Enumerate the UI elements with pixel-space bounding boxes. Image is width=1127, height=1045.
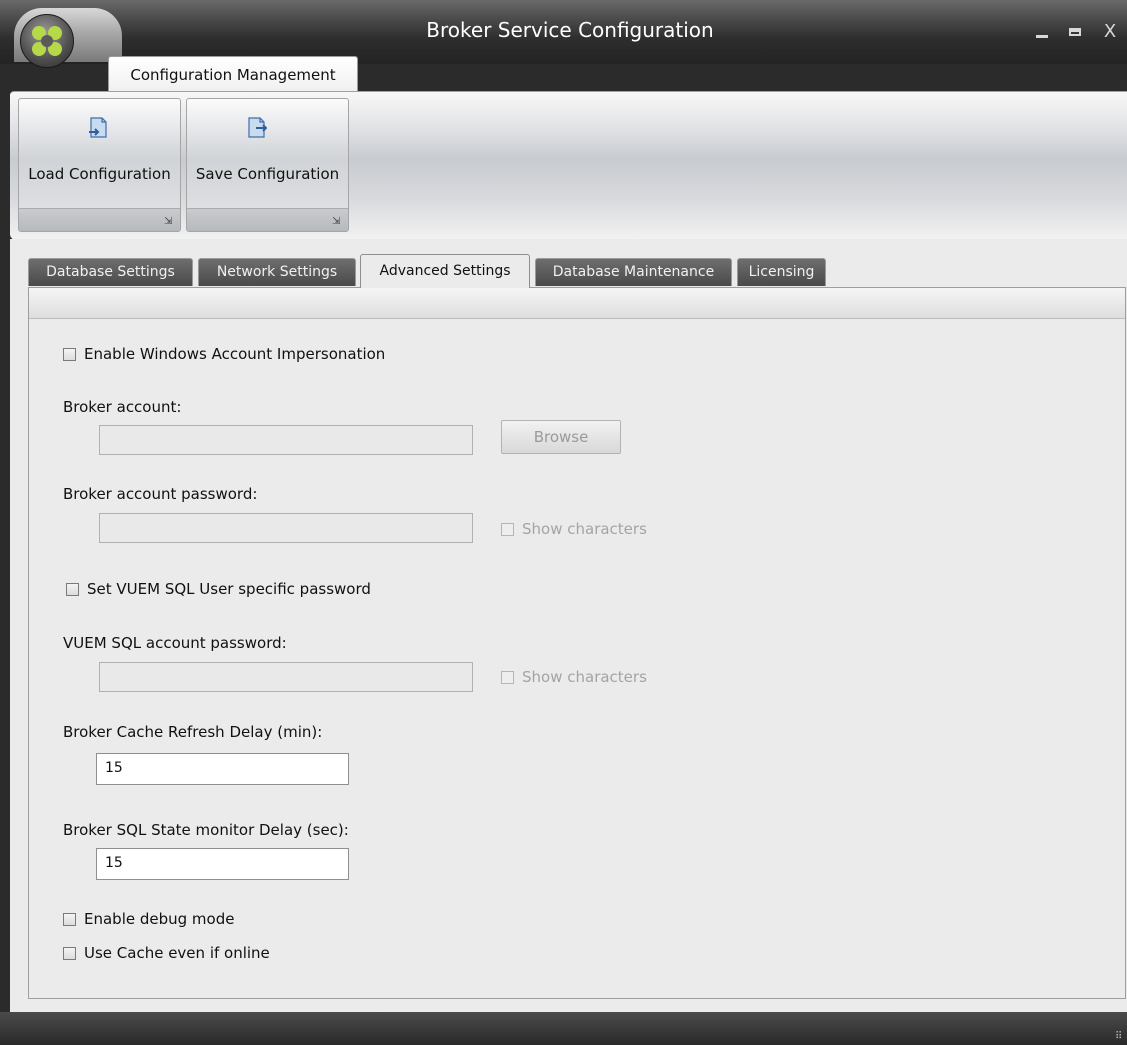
enable-impersonation-label: Enable Windows Account Impersonation <box>84 345 386 363</box>
use-cache-label: Use Cache even if online <box>84 944 270 962</box>
set-vuem-sql-row[interactable]: Set VUEM SQL User specific password <box>66 580 371 598</box>
use-cache-row[interactable]: Use Cache even if online <box>63 944 270 962</box>
ribbon-group-footer: ⇲ <box>187 208 348 231</box>
set-vuem-sql-checkbox[interactable] <box>66 582 79 596</box>
vuem-show-characters-label: Show characters <box>522 668 647 686</box>
broker-service-configuration-window: Broker Service Configuration X Configura… <box>0 0 1127 1045</box>
enable-debug-mode-checkbox[interactable] <box>63 912 76 926</box>
dialog-launcher-icon[interactable]: ⇲ <box>164 217 174 227</box>
vuem-sql-password-label: VUEM SQL account password: <box>63 634 287 652</box>
advanced-settings-panel: Enable Windows Account Impersonation Bro… <box>28 287 1126 999</box>
minimize-button[interactable] <box>1030 20 1056 44</box>
client-area: Database Settings Network Settings Advan… <box>10 239 1127 1012</box>
dialog-launcher-icon[interactable]: ⇲ <box>332 217 342 227</box>
broker-password-label: Broker account password: <box>63 485 258 503</box>
cache-refresh-delay-field[interactable]: 15 <box>96 753 349 785</box>
sql-state-monitor-delay-field[interactable]: 15 <box>96 848 349 880</box>
cache-refresh-delay-label: Broker Cache Refresh Delay (min): <box>63 723 323 741</box>
enable-impersonation-row[interactable]: Enable Windows Account Impersonation <box>63 345 385 363</box>
save-configuration-button[interactable]: Save Configuration ⇲ <box>186 98 349 232</box>
resize-grip-icon[interactable]: ⠿ <box>1115 1032 1125 1042</box>
broker-show-characters-row[interactable]: Show characters <box>501 520 647 538</box>
tab-network-settings[interactable]: Network Settings <box>198 258 356 286</box>
tab-database-settings[interactable]: Database Settings <box>28 258 193 286</box>
vuem-show-characters-checkbox[interactable] <box>501 670 514 684</box>
title-bar[interactable]: Broker Service Configuration X <box>0 0 1127 68</box>
maximize-icon <box>1069 28 1081 36</box>
vuem-show-characters-row[interactable]: Show characters <box>501 668 647 686</box>
save-document-icon <box>247 117 268 139</box>
status-bar: ⠿ <box>0 1012 1127 1045</box>
browse-button[interactable]: Browse <box>501 420 621 454</box>
app-logo-icon[interactable] <box>20 14 74 68</box>
enable-impersonation-checkbox[interactable] <box>63 347 76 361</box>
load-configuration-button[interactable]: Load Configuration ⇲ <box>18 98 181 232</box>
sql-state-monitor-delay-label: Broker SQL State monitor Delay (sec): <box>63 821 349 839</box>
window-title: Broker Service Configuration <box>426 18 714 42</box>
load-configuration-label: Load Configuration <box>28 165 171 183</box>
broker-account-field[interactable] <box>99 425 473 455</box>
enable-debug-mode-label: Enable debug mode <box>84 910 235 928</box>
save-configuration-label: Save Configuration <box>195 165 340 183</box>
broker-show-characters-label: Show characters <box>522 520 647 538</box>
load-document-icon <box>88 117 108 139</box>
set-vuem-sql-label: Set VUEM SQL User specific password <box>87 580 371 598</box>
maximize-button[interactable] <box>1063 20 1089 44</box>
close-button[interactable]: X <box>1097 20 1123 44</box>
tab-database-maintenance[interactable]: Database Maintenance <box>535 258 732 286</box>
ribbon-tab-configuration-management[interactable]: Configuration Management <box>108 56 358 92</box>
ribbon-group-footer: ⇲ <box>19 208 180 231</box>
ribbon: Load Configuration ⇲ Save Configuration … <box>10 91 1127 240</box>
broker-show-characters-checkbox[interactable] <box>501 522 514 536</box>
vuem-sql-password-field[interactable] <box>99 662 473 692</box>
tab-advanced-settings[interactable]: Advanced Settings <box>360 254 530 288</box>
panel-header <box>29 288 1125 319</box>
minimize-icon <box>1036 35 1048 38</box>
use-cache-checkbox[interactable] <box>63 946 76 960</box>
enable-debug-mode-row[interactable]: Enable debug mode <box>63 910 234 928</box>
tab-licensing[interactable]: Licensing <box>737 258 826 286</box>
broker-password-field[interactable] <box>99 513 473 543</box>
broker-account-label: Broker account: <box>63 398 182 416</box>
